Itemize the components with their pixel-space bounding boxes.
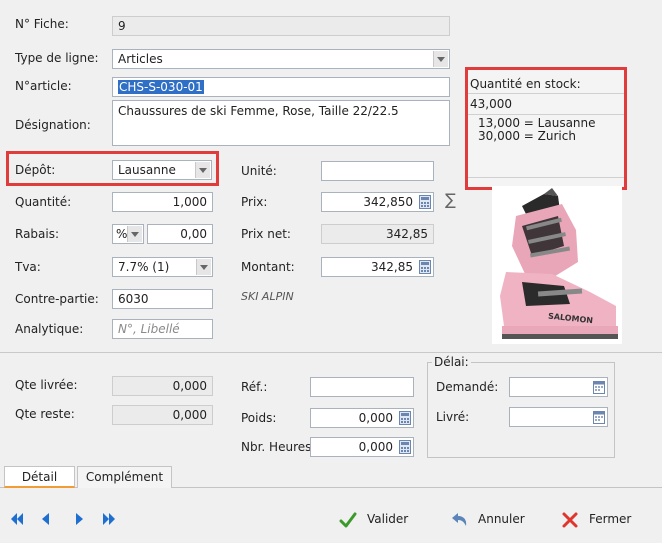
sigma-icon[interactable]: ∑	[445, 192, 456, 208]
montant-label: Montant:	[241, 260, 295, 274]
prix-input[interactable]: 342,850	[321, 192, 434, 212]
calculator-icon[interactable]	[419, 195, 431, 209]
qte-livree-field: 0,000	[112, 376, 213, 396]
prix-label: Prix:	[241, 195, 268, 209]
chevron-down-icon[interactable]	[196, 259, 211, 275]
qte-livree-label: Qte livrée:	[15, 378, 78, 392]
depot-select[interactable]: Lausanne	[112, 160, 212, 180]
fermer-label: Fermer	[589, 512, 632, 526]
valider-button[interactable]: Valider	[339, 507, 408, 531]
tab-complement[interactable]: Complément	[77, 466, 172, 488]
calculator-icon[interactable]	[419, 260, 431, 274]
ref-input[interactable]	[310, 377, 414, 397]
rabais-unit-value: %	[116, 227, 128, 241]
delai-title: Délai:	[432, 354, 471, 370]
next-record-icon[interactable]	[75, 512, 85, 526]
poids-input[interactable]: 0,000	[310, 408, 414, 428]
heures-value: 0,000	[358, 440, 393, 454]
analytique-input[interactable]: N°, Libellé	[112, 319, 213, 339]
rabais-input[interactable]: 0,00	[147, 224, 213, 244]
stock-highlight-box	[465, 67, 627, 190]
contre-partie-label: Contre-partie:	[15, 292, 99, 306]
type-ligne-value: Articles	[118, 52, 163, 66]
chevron-down-icon[interactable]	[433, 51, 448, 67]
unite-input[interactable]	[321, 161, 434, 181]
poids-label: Poids:	[241, 411, 277, 425]
prix-value: 342,850	[363, 195, 413, 209]
section-divider	[0, 352, 662, 353]
demande-date-input[interactable]	[509, 377, 608, 397]
depot-label: Dépôt:	[15, 163, 56, 177]
depot-value: Lausanne	[118, 163, 176, 177]
chevron-down-icon[interactable]	[195, 162, 210, 178]
rabais-unit-select[interactable]: %	[112, 224, 144, 244]
article-label: N°article:	[15, 79, 72, 93]
annuler-label: Annuler	[478, 512, 525, 526]
unite-label: Unité:	[241, 164, 277, 178]
quantite-label: Quantité:	[15, 195, 72, 209]
last-record-icon[interactable]	[102, 512, 116, 526]
tva-select[interactable]: 7.7% (1)	[112, 257, 213, 277]
fermer-button[interactable]: Fermer	[561, 507, 631, 531]
chevron-down-icon[interactable]	[127, 226, 142, 242]
valider-label: Valider	[367, 512, 409, 526]
product-image: SALOMON	[492, 186, 622, 344]
check-icon	[339, 512, 357, 527]
ski-boot-image: SALOMON	[500, 188, 618, 339]
ref-label: Réf.:	[241, 380, 268, 394]
prix-net-field: 342,85	[321, 224, 434, 244]
prix-net-label: Prix net:	[241, 227, 291, 241]
tab-detail[interactable]: Détail	[4, 466, 75, 488]
article-number-input[interactable]: CHS-S-030-01	[112, 77, 450, 97]
previous-record-icon[interactable]	[40, 512, 50, 526]
rabais-label: Rabais:	[15, 227, 60, 241]
analytique-label: Analytique:	[15, 322, 84, 336]
type-ligne-label: Type de ligne:	[15, 51, 99, 65]
calculator-icon[interactable]	[399, 440, 411, 454]
first-record-icon[interactable]	[10, 512, 24, 526]
designation-label: Désignation:	[15, 118, 91, 132]
heures-input[interactable]: 0,000	[310, 437, 414, 457]
article-number-value: CHS-S-030-01	[118, 80, 204, 94]
qte-reste-field: 0,000	[112, 405, 213, 425]
heures-label: Nbr. Heures:	[241, 440, 316, 454]
livre-date-input[interactable]	[509, 407, 608, 427]
fiche-number-field: 9	[112, 16, 450, 36]
fiche-label: N° Fiche:	[15, 17, 69, 31]
contre-partie-input[interactable]: 6030	[112, 289, 213, 309]
calendar-icon[interactable]	[593, 410, 605, 424]
close-icon	[562, 512, 578, 527]
designation-textarea[interactable]: Chaussures de ski Femme, Rose, Taille 22…	[112, 100, 450, 146]
tva-label: Tva:	[15, 260, 41, 274]
annuler-button[interactable]: Annuler	[450, 507, 525, 531]
type-ligne-select[interactable]: Articles	[112, 49, 450, 69]
qte-reste-label: Qte reste:	[15, 407, 75, 421]
montant-input[interactable]: 342,85	[321, 257, 434, 277]
calculator-icon[interactable]	[399, 411, 411, 425]
demande-label: Demandé:	[436, 380, 499, 394]
tva-value: 7.7% (1)	[118, 260, 170, 274]
montant-value: 342,85	[371, 260, 413, 274]
category-text: SKI ALPIN	[241, 290, 294, 303]
quantite-input[interactable]: 1,000	[112, 192, 213, 212]
calendar-icon[interactable]	[593, 380, 605, 394]
livre-label: Livré:	[436, 410, 470, 424]
undo-arrow-icon	[452, 512, 467, 526]
poids-value: 0,000	[358, 411, 393, 425]
